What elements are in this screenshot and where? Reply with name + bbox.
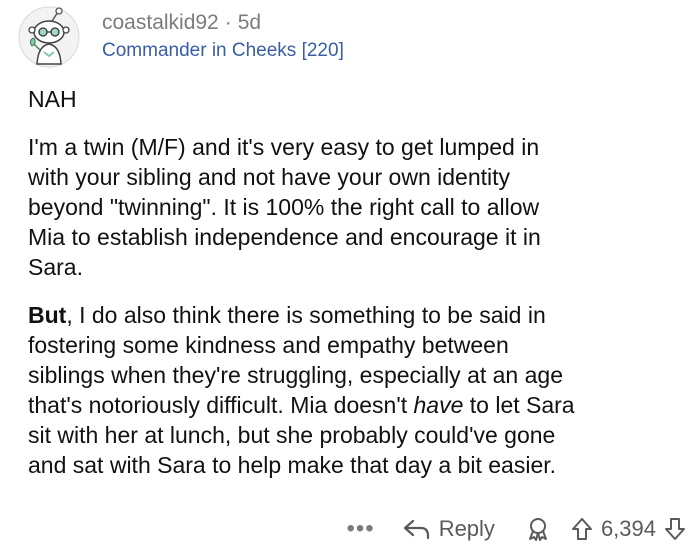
downvote-arrow-icon[interactable] bbox=[664, 517, 686, 541]
comment-verdict: NAH bbox=[28, 86, 77, 112]
vote-controls: 6,394 bbox=[571, 516, 686, 542]
comment-body: NAH I'm a twin (M/F) and it's very easy … bbox=[28, 84, 678, 480]
text-line: I'm a twin (M/F) and it's very easy to g… bbox=[28, 134, 540, 160]
text-line: But, I do also think there is something … bbox=[28, 300, 678, 330]
award-icon bbox=[525, 516, 551, 542]
username-link[interactable]: coastalkid92 bbox=[102, 11, 219, 34]
comment-paragraph: But, I do also think there is something … bbox=[28, 300, 678, 480]
reply-label: Reply bbox=[438, 516, 495, 541]
text-line: that's notoriously difficult. Mia doesn'… bbox=[28, 390, 678, 420]
more-options-button[interactable]: ••• bbox=[346, 515, 374, 543]
comment: coastalkid92 · 5d Commander in Cheeks [220… bbox=[0, 0, 700, 553]
text-fragment: , I do also think there is something to … bbox=[66, 302, 546, 328]
comment-actions: ••• Reply 6,394 bbox=[346, 511, 686, 547]
comment-paragraph: I'm a twin (M/F) and it's very easy to g… bbox=[28, 132, 678, 282]
bold-lead: But bbox=[28, 302, 67, 328]
text-line: fostering some kindness and empathy betw… bbox=[28, 332, 509, 358]
text-fragment: to let Sara bbox=[463, 392, 575, 418]
text-line: Mia to establish independence and encour… bbox=[28, 224, 541, 250]
text-line: sit with her at lunch, but she probably … bbox=[28, 422, 556, 448]
vote-score: 6,394 bbox=[600, 516, 656, 541]
upvote-arrow-icon[interactable] bbox=[571, 517, 593, 541]
text-line: siblings when they're struggling, especi… bbox=[28, 362, 563, 388]
text-line: and sat with Sara to help make that day … bbox=[28, 452, 557, 478]
meta-separator: · bbox=[224, 11, 232, 34]
comment-header: coastalkid92 · 5d Commander in Cheeks [220… bbox=[18, 6, 678, 68]
reply-button[interactable]: Reply bbox=[401, 516, 495, 542]
text-line: beyond "twinning". It is 100% the right … bbox=[28, 194, 540, 220]
italic-emphasis: have bbox=[413, 392, 464, 418]
text-line: with your sibling and not have your own … bbox=[28, 164, 511, 190]
user-flair: Commander in Cheeks [220] bbox=[102, 40, 344, 61]
reply-arrow-icon bbox=[401, 517, 439, 541]
award-button[interactable] bbox=[525, 516, 551, 542]
text-line: Sara. bbox=[28, 254, 83, 280]
text-fragment: that's notoriously difficult. Mia doesn'… bbox=[28, 392, 414, 418]
snoo-avatar-icon[interactable] bbox=[18, 6, 80, 68]
comment-age: 5d bbox=[237, 11, 262, 34]
comment-meta: coastalkid92 · 5d bbox=[102, 10, 261, 36]
